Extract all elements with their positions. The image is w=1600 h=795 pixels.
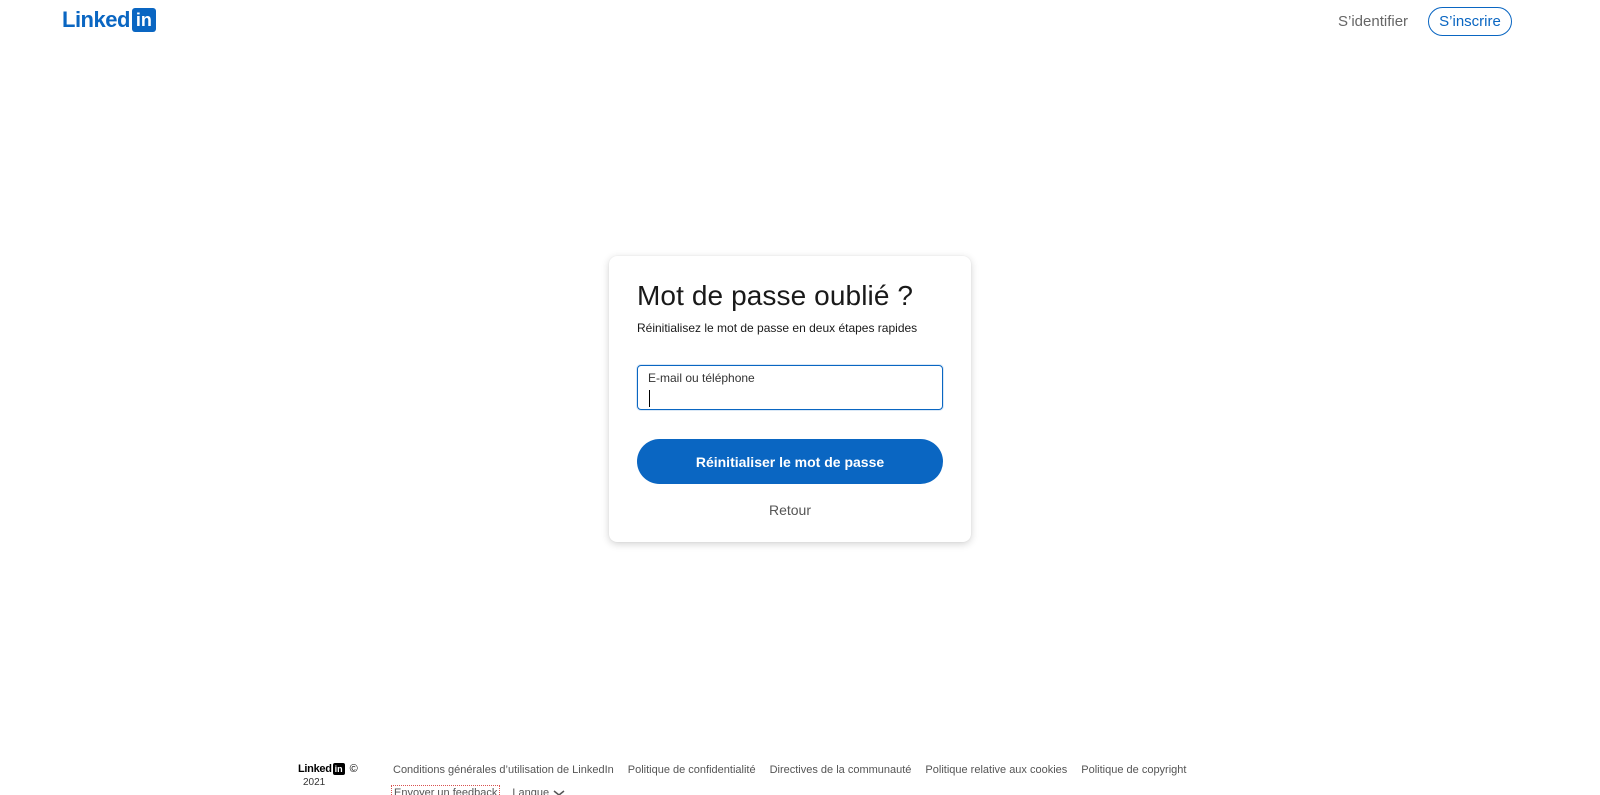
chevron-down-icon [553, 790, 565, 795]
footer-brand: Linked in © [298, 763, 358, 775]
linkedin-in-icon: in [131, 8, 156, 32]
footer-row-secondary: Envoyer un feedback Langue [391, 785, 565, 795]
language-label: Langue [512, 787, 550, 795]
send-feedback-link[interactable]: Envoyer un feedback [391, 785, 501, 795]
email-or-phone-input[interactable] [647, 387, 933, 407]
footer-link-community[interactable]: Directives de la communauté [770, 763, 912, 777]
language-dropdown[interactable]: Langue [512, 787, 565, 795]
back-link[interactable]: Retour [637, 501, 943, 519]
page-title: Mot de passe oublié ? [637, 280, 914, 311]
text-caret [649, 390, 650, 407]
email-or-phone-field[interactable]: E-mail ou téléphone [637, 365, 943, 410]
page-subtitle: Réinitialisez le mot de passe en deux ét… [637, 321, 918, 335]
reset-password-button[interactable]: Réinitialiser le mot de passe [637, 439, 943, 484]
footer-links: Conditions générales d’utilisation de Li… [393, 763, 1186, 777]
forgot-password-card: Mot de passe oublié ? Réinitialisez le m… [609, 256, 971, 542]
logo-wordmark: Linked [62, 7, 130, 32]
copyright-symbol: © [349, 763, 358, 775]
footer-link-terms[interactable]: Conditions générales d’utilisation de Li… [393, 763, 614, 777]
signin-link[interactable]: S’identifier [1338, 12, 1408, 32]
footer-linkedin-in-icon: in [332, 763, 345, 775]
copyright-year: 2021 [303, 777, 326, 788]
footer-logo-wordmark: Linked [298, 763, 332, 775]
footer-link-cookies[interactable]: Politique relative aux cookies [925, 763, 1067, 777]
top-header: Linked in S’identifier S’inscrire [0, 0, 1600, 44]
footer: Linked in © 2021 Conditions générales d’… [0, 755, 1600, 795]
join-button[interactable]: S’inscrire [1428, 7, 1512, 36]
footer-link-privacy[interactable]: Politique de confidentialité [628, 763, 756, 777]
email-or-phone-label: E-mail ou téléphone [648, 371, 755, 385]
linkedin-logo[interactable]: Linked in [62, 8, 156, 32]
footer-link-copyright[interactable]: Politique de copyright [1081, 763, 1186, 777]
